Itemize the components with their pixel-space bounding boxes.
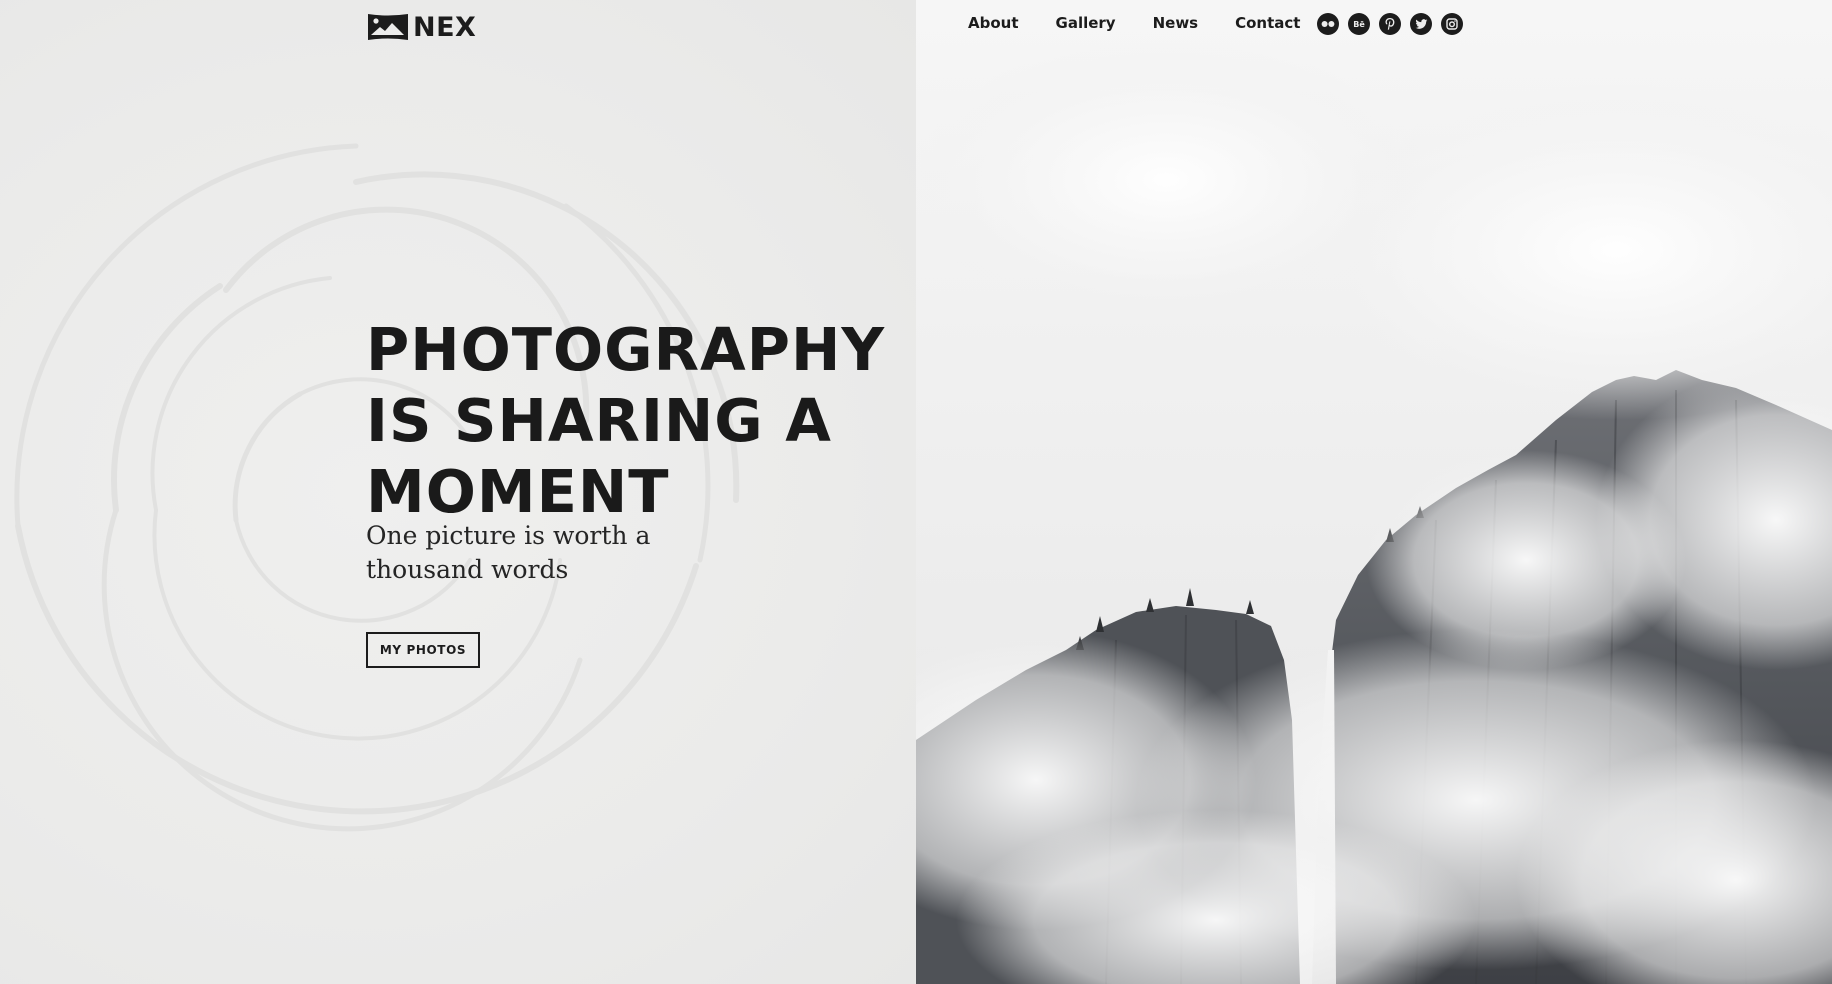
instagram-icon[interactable]	[1441, 13, 1463, 35]
main-nav: About Gallery News Contact	[968, 14, 1300, 32]
hero-photo	[916, 0, 1832, 984]
nav-contact[interactable]: Contact	[1235, 14, 1300, 32]
twitter-icon[interactable]	[1410, 13, 1432, 35]
pinterest-icon[interactable]	[1379, 13, 1401, 35]
behance-glyph: Bē	[1353, 19, 1365, 29]
mountain-photo-icon	[368, 14, 408, 40]
social-links: Bē	[1317, 13, 1463, 35]
hero-title: PHOTOGRAPHY IS SHARING A MOMENT	[366, 315, 886, 526]
behance-icon[interactable]: Bē	[1348, 13, 1370, 35]
brand-name: NEX	[413, 11, 477, 43]
hero-subtitle: One picture is worth a thousand words	[366, 521, 651, 584]
waterfall-photo	[916, 0, 1832, 984]
nav-news[interactable]: News	[1153, 14, 1199, 32]
logo[interactable]: NEX	[366, 11, 477, 43]
nav-about[interactable]: About	[968, 14, 1019, 32]
nav-gallery[interactable]: Gallery	[1056, 14, 1116, 32]
flickr-icon[interactable]	[1317, 13, 1339, 35]
my-photos-button[interactable]: MY PHOTOS	[366, 632, 480, 668]
